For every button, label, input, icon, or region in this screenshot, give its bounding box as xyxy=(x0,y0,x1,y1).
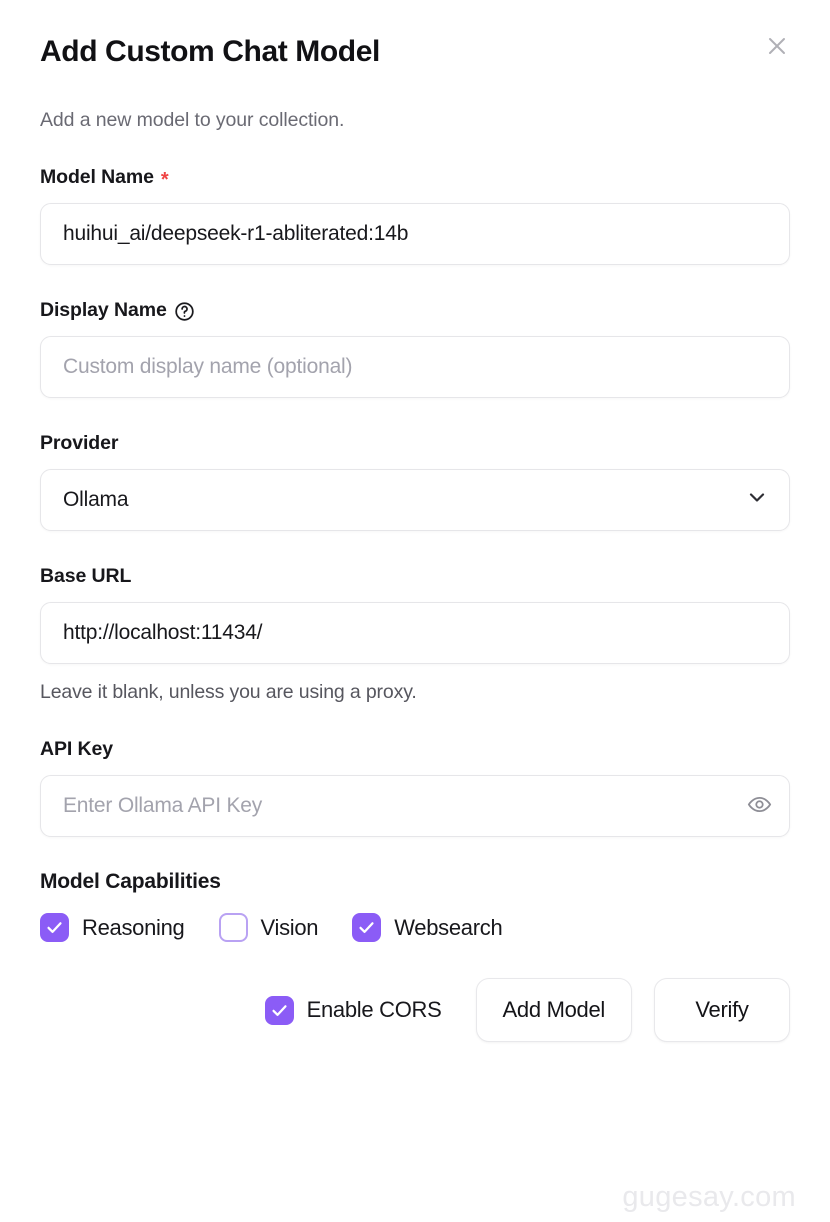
model-capabilities-title: Model Capabilities xyxy=(40,870,221,893)
required-marker: * xyxy=(160,168,169,191)
toggle-api-key-visibility-button[interactable] xyxy=(745,792,773,820)
api-key-label: API Key xyxy=(40,738,790,761)
capability-websearch-label: Websearch xyxy=(394,914,503,940)
model-name-label-text: Model Name xyxy=(40,166,154,188)
help-circle-icon[interactable] xyxy=(174,301,195,322)
provider-selected-value: Ollama xyxy=(63,488,129,511)
base-url-input[interactable]: http://localhost:11434/ xyxy=(40,602,790,664)
add-custom-chat-model-dialog: Add Custom Chat Model Add a new model to… xyxy=(0,0,830,1222)
base-url-label-text: Base URL xyxy=(40,565,132,587)
provider-label: Provider xyxy=(40,432,790,455)
capability-reasoning-label: Reasoning xyxy=(82,914,185,940)
base-url-value: http://localhost:11434/ xyxy=(63,621,263,644)
capability-vision[interactable]: Vision xyxy=(218,913,319,942)
display-name-input[interactable]: Custom display name (optional) xyxy=(40,336,790,398)
add-model-button[interactable]: Add Model xyxy=(475,978,632,1042)
close-button[interactable] xyxy=(760,30,794,64)
provider-label-text: Provider xyxy=(40,432,119,454)
base-url-field-group: Base URL http://localhost:11434/ Leave i… xyxy=(40,565,790,704)
capability-vision-label: Vision xyxy=(260,914,319,940)
api-key-label-text: API Key xyxy=(40,738,113,760)
api-key-input[interactable]: Enter Ollama API Key xyxy=(40,775,790,837)
watermark: gugesay.com xyxy=(622,1181,796,1213)
checkbox-vision[interactable] xyxy=(218,913,248,942)
capability-websearch[interactable]: Websearch xyxy=(352,913,503,942)
dialog-header: Add Custom Chat Model xyxy=(40,28,790,70)
capability-reasoning[interactable]: Reasoning xyxy=(40,913,185,942)
model-name-value: huihui_ai/deepseek-r1-abliterated:14b xyxy=(63,222,409,245)
close-icon xyxy=(765,34,789,61)
model-capabilities-row: Reasoning Vision Websearch xyxy=(40,913,790,942)
display-name-label: Display Name xyxy=(40,299,790,322)
model-name-label: Model Name * xyxy=(40,166,790,191)
api-key-field-group: API Key Enter Ollama API Key xyxy=(40,738,790,837)
eye-icon xyxy=(747,792,772,820)
checkbox-websearch[interactable] xyxy=(352,913,382,942)
display-name-placeholder: Custom display name (optional) xyxy=(63,355,353,378)
api-key-placeholder: Enter Ollama API Key xyxy=(63,794,263,817)
verify-button[interactable]: Verify xyxy=(654,978,790,1042)
display-name-field-group: Display Name Custom display name (option… xyxy=(40,299,790,398)
dialog-subtitle: Add a new model to your collection. xyxy=(40,109,345,131)
base-url-helper-text: Leave it blank, unless you are using a p… xyxy=(40,681,417,703)
enable-cors-toggle[interactable]: Enable CORS xyxy=(264,995,442,1025)
enable-cors-label: Enable CORS xyxy=(306,997,442,1022)
checkbox-enable-cors[interactable] xyxy=(264,995,294,1025)
model-name-input[interactable]: huihui_ai/deepseek-r1-abliterated:14b xyxy=(40,203,790,265)
provider-select[interactable]: Ollama xyxy=(40,469,790,531)
page-title: Add Custom Chat Model xyxy=(40,35,380,68)
chevron-down-icon xyxy=(745,485,769,515)
checkbox-reasoning[interactable] xyxy=(40,913,69,942)
display-name-label-text: Display Name xyxy=(40,299,167,321)
dialog-footer: Enable CORS Add Model Verify xyxy=(40,978,790,1042)
provider-field-group: Provider Ollama xyxy=(40,432,790,531)
base-url-label: Base URL xyxy=(40,565,790,588)
model-name-field-group: Model Name * huihui_ai/deepseek-r1-ablit… xyxy=(40,166,790,265)
